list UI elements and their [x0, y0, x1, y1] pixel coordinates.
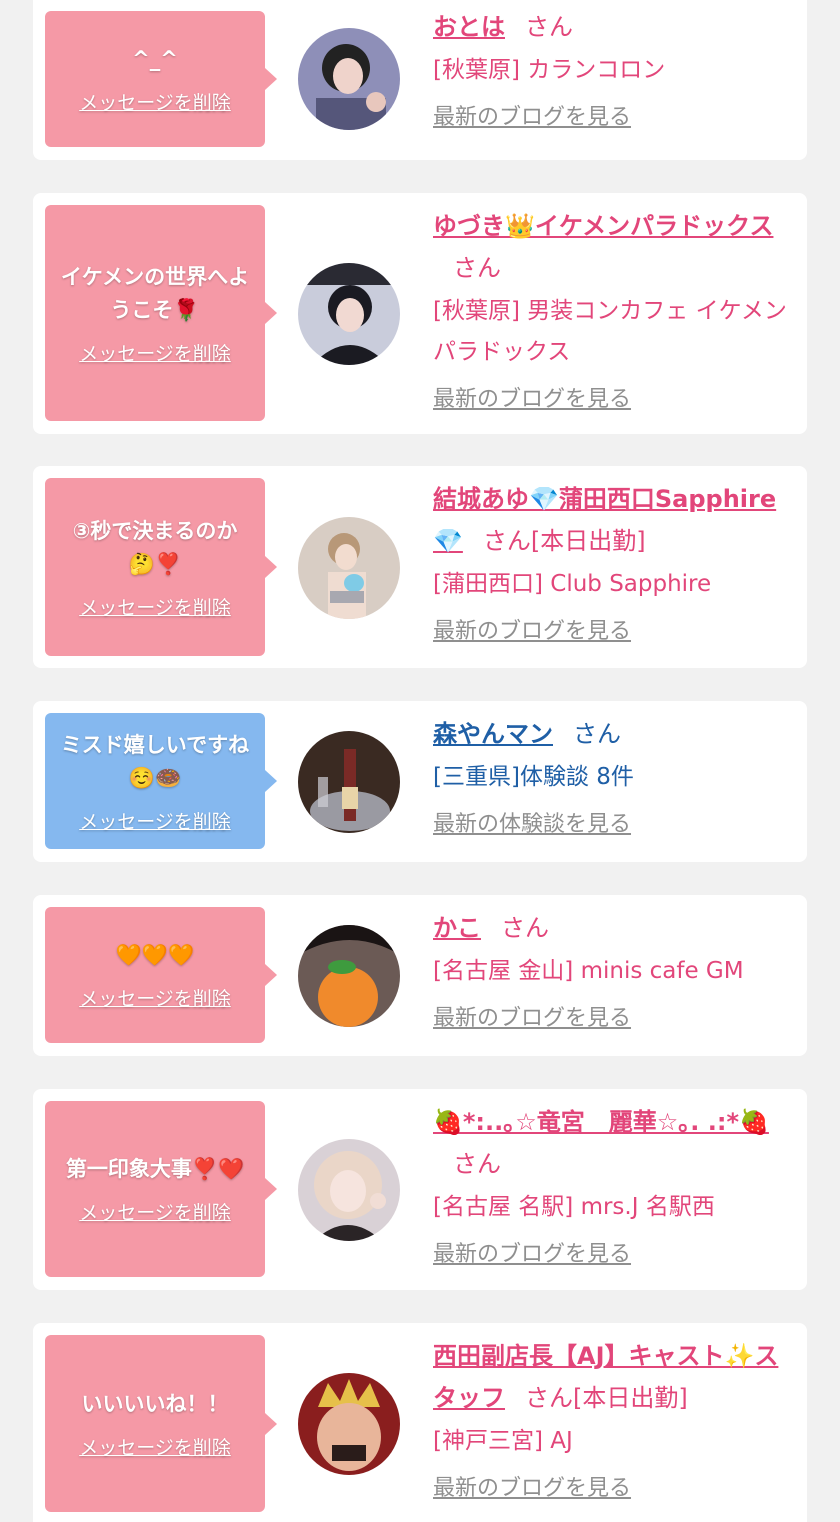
message-text: ^_^ [132, 47, 178, 71]
shop-info: [秋葉原] カランコロン [433, 57, 666, 83]
message-card: いいいいね！！ メッセージを削除 西田副店長【AJ】キャスト✨スタッフ さん[本日… [33, 1323, 807, 1522]
user-info: 結城あゆ💎蒲田西口Sapphire💎 さん[本日出勤] [蒲田西口] Club S… [433, 478, 791, 647]
avatar[interactable] [298, 517, 400, 619]
delete-message-link[interactable]: メッセージを削除 [79, 1433, 231, 1460]
delete-message-link[interactable]: メッセージを削除 [79, 807, 231, 834]
user-info: ゆづき👑イケメンパラドックスさん [秋葉原] 男装コンカフェ イケメンパラドック… [433, 205, 791, 415]
shop-info: [名古屋 金山] minis cafe GM [433, 958, 744, 984]
shop-info: [蒲田西口] Club Sapphire [433, 571, 712, 597]
message-card: 第一印象大事❣️❤️ メッセージを削除 🍓*:..｡☆竜宮 麗華☆｡. .:*🍓… [33, 1089, 807, 1290]
message-bubble: 🧡🧡🧡 メッセージを削除 [45, 907, 277, 1043]
avatar[interactable] [298, 1373, 400, 1475]
message-bubble: いいいいね！！ メッセージを削除 [45, 1335, 277, 1512]
honorific: さん [482, 527, 531, 555]
honorific: さん [525, 1384, 573, 1412]
user-info: 西田副店長【AJ】キャスト✨スタッフ さん[本日出勤] [神戸三宮] AJ 最新の… [433, 1335, 791, 1504]
review-info: [三重県]体験談 8件 [433, 764, 634, 790]
attendance-badge: [本日出勤] [530, 527, 646, 555]
user-info: おとは さん [秋葉原] カランコロン 最新のブログを見る [433, 6, 791, 133]
message-text: 🧡🧡🧡 [115, 943, 195, 967]
user-info: 森やんマン さん [三重県]体験談 8件 最新の体験談を見る [433, 713, 791, 840]
message-bubble: ③秒で決まるのか🤔❣️ メッセージを削除 [45, 478, 277, 656]
user-info: かこ さん [名古屋 金山] minis cafe GM 最新のブログを見る [433, 907, 791, 1034]
avatar[interactable] [298, 28, 400, 130]
honorific: さん [573, 720, 621, 748]
message-text: いいいいね！！ [81, 1391, 229, 1416]
message-bubble: ^_^ メッセージを削除 [45, 11, 277, 147]
latest-blog-link[interactable]: 最新のブログを見る [433, 617, 631, 647]
user-name-link[interactable]: ゆづき👑イケメンパラドックス [433, 212, 773, 240]
honorific: さん [453, 1150, 501, 1178]
shop-info: [秋葉原] 男装コンカフェ イケメンパラドックス [433, 298, 787, 365]
message-text: ③秒で決まるのか🤔❣️ [72, 518, 238, 576]
message-bubble: ミスド嬉しいですね☺️🍩 メッセージを削除 [45, 713, 277, 849]
message-text: イケメンの世界へようこそ🌹 [60, 264, 250, 322]
message-card: ミスド嬉しいですね☺️🍩 メッセージを削除 森やんマン さん [三重県]体験談 8… [33, 701, 807, 862]
user-info: 🍓*:..｡☆竜宮 麗華☆｡. .:*🍓 さん [名古屋 名駅] mrs.J 名駅… [433, 1101, 791, 1270]
delete-message-link[interactable]: メッセージを削除 [79, 1198, 231, 1225]
message-bubble: 第一印象大事❣️❤️ メッセージを削除 [45, 1101, 277, 1277]
delete-message-link[interactable]: メッセージを削除 [79, 339, 231, 366]
avatar[interactable] [298, 1139, 400, 1241]
message-card: 🧡🧡🧡 メッセージを削除 かこ さん [名古屋 金山] minis cafe GM… [33, 895, 807, 1056]
shop-info: [神戸三宮] AJ [433, 1428, 573, 1454]
latest-blog-link[interactable]: 最新のブログを見る [433, 1004, 631, 1034]
message-card: ^_^ メッセージを削除 おとは さん [秋葉原] カランコロン 最新のブログを見… [33, 0, 807, 160]
user-name-link[interactable]: 森やんマン [433, 720, 553, 748]
message-card: ③秒で決まるのか🤔❣️ メッセージを削除 結城あゆ💎蒲田西口Sapphire💎 さ… [33, 466, 807, 668]
user-name-link[interactable]: 🍓*:..｡☆竜宮 麗華☆｡. .:*🍓 [433, 1108, 769, 1136]
latest-blog-link[interactable]: 最新のブログを見る [433, 1240, 631, 1270]
message-bubble: イケメンの世界へようこそ🌹 メッセージを削除 [45, 205, 277, 421]
honorific: さん [501, 914, 549, 942]
attendance-badge: [本日出勤] [573, 1384, 688, 1412]
user-name-link[interactable]: かこ [433, 914, 481, 942]
avatar[interactable] [298, 731, 400, 833]
honorific: さん [525, 13, 573, 41]
latest-blog-link[interactable]: 最新のブログを見る [433, 385, 631, 415]
avatar[interactable] [298, 263, 400, 365]
message-card: イケメンの世界へようこそ🌹 メッセージを削除 ゆづき👑イケメンパラドックスさん … [33, 193, 807, 434]
delete-message-link[interactable]: メッセージを削除 [79, 88, 231, 115]
latest-blog-link[interactable]: 最新のブログを見る [433, 103, 631, 133]
avatar[interactable] [298, 925, 400, 1027]
message-text: ミスド嬉しいですね☺️🍩 [60, 732, 250, 790]
delete-message-link[interactable]: メッセージを削除 [79, 984, 231, 1011]
shop-info: [名古屋 名駅] mrs.J 名駅西 [433, 1194, 715, 1220]
delete-message-link[interactable]: メッセージを削除 [79, 593, 231, 620]
latest-review-link[interactable]: 最新の体験談を見る [433, 810, 631, 840]
user-name-link[interactable]: おとは [433, 13, 505, 41]
message-text: 第一印象大事❣️❤️ [65, 1157, 245, 1181]
latest-blog-link[interactable]: 最新のブログを見る [433, 1474, 631, 1504]
honorific: さん [453, 254, 501, 282]
